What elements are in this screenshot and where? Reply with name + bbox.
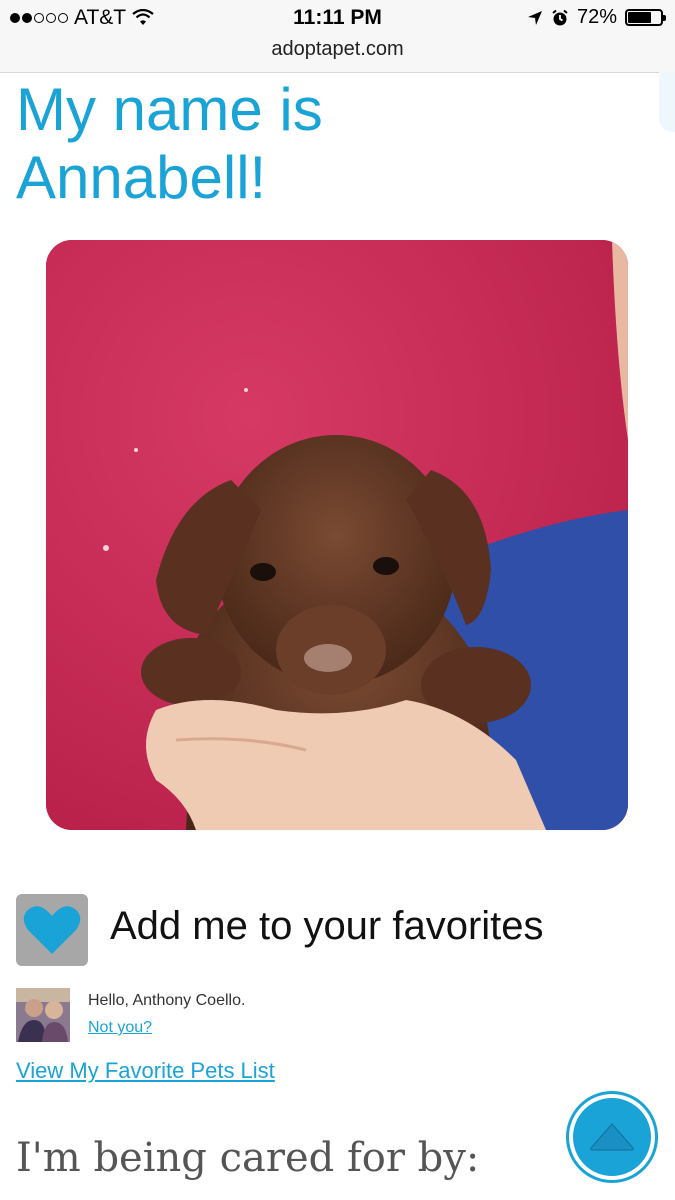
heart-icon (23, 906, 81, 954)
battery-percent: 72% (576, 6, 617, 28)
favorite-pets-list-link[interactable]: View My Favorite Pets List (16, 1058, 275, 1084)
scroll-to-top-button[interactable] (569, 1094, 655, 1180)
location-arrow-icon (527, 10, 542, 25)
url-bar[interactable]: adoptapet.com (0, 38, 675, 61)
battery-icon (625, 9, 666, 26)
page-title: My name is Annabell! (16, 76, 323, 211)
status-right: 72% (527, 6, 666, 29)
not-you-link[interactable]: Not you? (88, 1019, 152, 1037)
favorite-label[interactable]: Add me to your favorites (110, 904, 544, 949)
page-edge-decoration (659, 72, 675, 132)
alarm-icon (552, 9, 568, 25)
favorite-button[interactable] (16, 894, 88, 966)
cared-for-heading: I'm being cared for by: (16, 1135, 480, 1181)
greeting-text: Hello, Anthony Coello. (88, 992, 246, 1009)
pet-photo[interactable] (46, 240, 628, 830)
up-arrow-icon (590, 1123, 634, 1151)
avatar (16, 988, 70, 1042)
status-bar: AT&T 11:11 PM 72% adoptapet.com (0, 0, 675, 73)
puppy-illustration (46, 240, 628, 830)
